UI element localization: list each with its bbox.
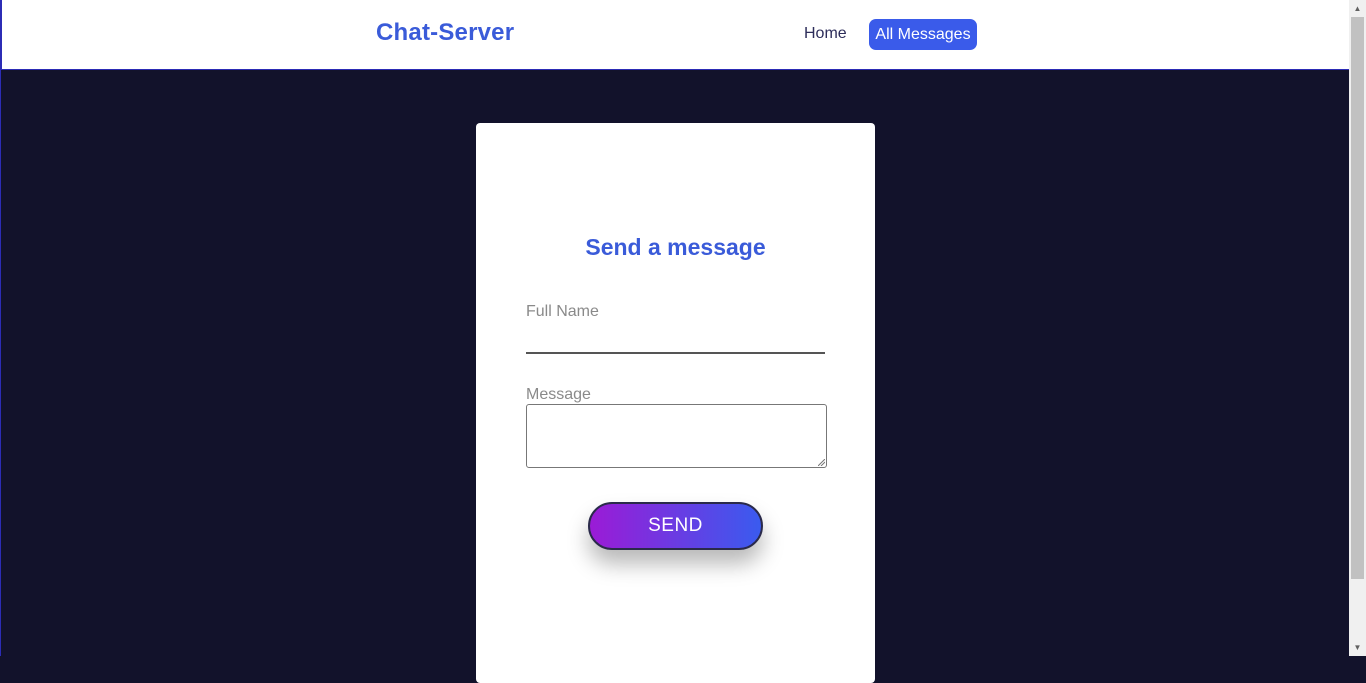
triangle-up-icon[interactable]: ▲ (1349, 0, 1366, 17)
triangle-down-icon[interactable]: ▼ (1349, 639, 1366, 656)
send-button[interactable]: SEND (588, 502, 763, 550)
nav-link-home[interactable]: Home (804, 25, 847, 43)
full-name-input[interactable] (526, 328, 825, 354)
message-label: Message (526, 386, 591, 403)
navbar: Chat-Server Home All Messages (1, 0, 1350, 70)
scrollbar-thumb[interactable] (1351, 17, 1364, 579)
page-background: Chat-Server Home All Messages Send a mes… (0, 0, 1350, 683)
resize-grip-icon[interactable] (818, 459, 825, 466)
brand-logo[interactable]: Chat-Server (376, 19, 514, 47)
vertical-scrollbar[interactable]: ▲ ▼ (1349, 0, 1366, 656)
nav-link-all-messages[interactable]: All Messages (869, 19, 977, 50)
message-form-card: Send a message Full Name Message SEND (476, 123, 875, 683)
full-name-label: Full Name (526, 303, 599, 320)
message-textarea[interactable] (526, 404, 827, 468)
form-title: Send a message (585, 234, 766, 260)
